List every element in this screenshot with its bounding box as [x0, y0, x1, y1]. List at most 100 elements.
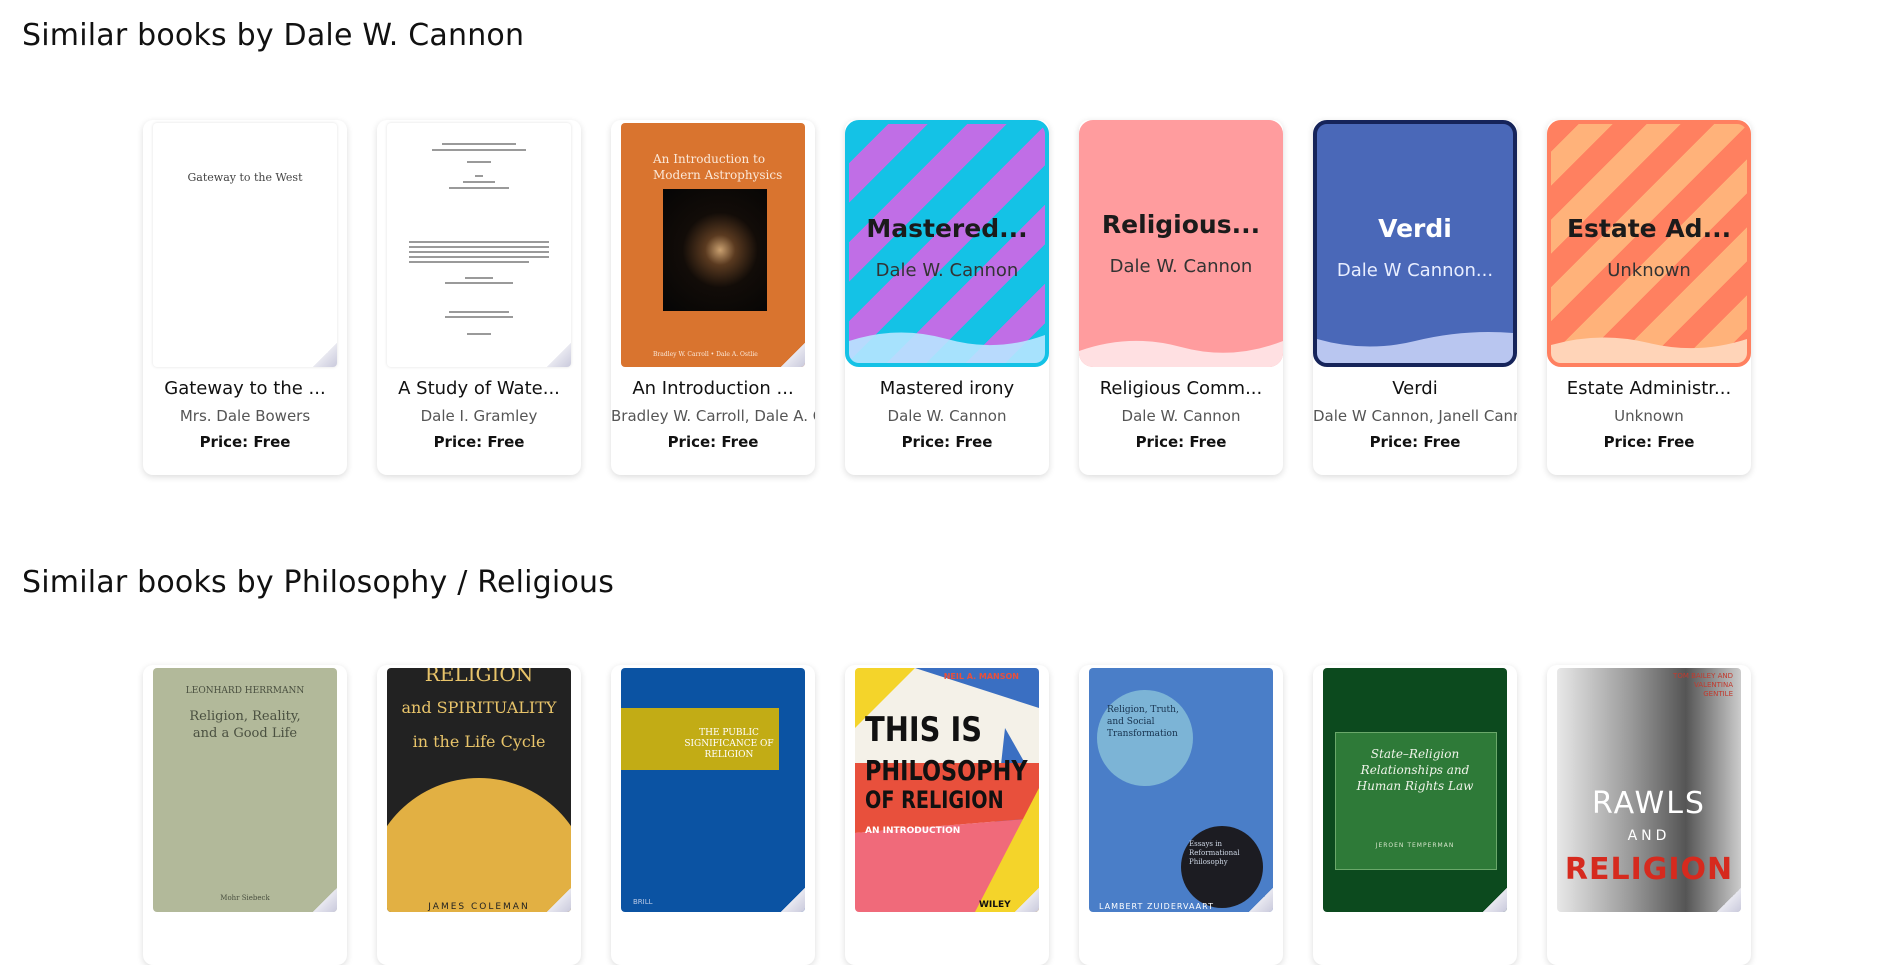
- book-card[interactable]: Mastered... Dale W. Cannon Mastered iron…: [845, 120, 1049, 475]
- book-row-author: Gateway to the West Gateway to the ... M…: [143, 120, 1751, 475]
- book-cover: Gateway to the West: [153, 123, 337, 367]
- cover-subtitle: AN INTRODUCTION: [865, 826, 961, 836]
- book-price: Price: Free: [1603, 433, 1695, 451]
- wave-decoration: [1317, 332, 1513, 363]
- book-card[interactable]: THE PUBLIC SIGNIFICANCE OF RELIGION BRIL…: [611, 665, 815, 965]
- cover-title: Gateway to the West: [187, 171, 303, 184]
- book-author: Unknown: [1614, 407, 1684, 425]
- book-title[interactable]: An Introduction ...: [611, 378, 815, 399]
- book-title[interactable]: Gateway to the ...: [143, 378, 347, 399]
- cover-title-line: AND: [1627, 828, 1671, 844]
- book-card[interactable]: Estate Ad... Unknown Estate Administr...…: [1547, 120, 1751, 475]
- book-cover: TOM BAILEY AND VALENTINA GENTILE RAWLS A…: [1557, 668, 1741, 912]
- book-cover-placeholder: Religious... Dale W. Cannon: [1079, 120, 1283, 367]
- book-author: Dale I. Gramley: [420, 407, 538, 425]
- page-curl-icon: [313, 343, 337, 367]
- cover-title: THE PUBLIC SIGNIFICANCE OF RELIGION: [684, 728, 774, 760]
- book-title[interactable]: A Study of Wate...: [377, 378, 581, 399]
- cover-subtitle: Essays in Reformational Philosophy: [1189, 840, 1240, 866]
- cover-title: Religious...: [1101, 210, 1261, 239]
- page-curl-icon: [547, 888, 571, 912]
- cover-title: Mastered...: [866, 214, 1028, 243]
- cover-publisher: BRILL: [633, 898, 653, 906]
- book-price: Price: Free: [901, 433, 993, 451]
- cover-title-line: OF RELIGION: [865, 786, 1004, 814]
- cover-author: LEONHARD HERRMANN: [185, 686, 305, 696]
- cover-title-line: in the Life Cycle: [412, 732, 546, 751]
- book-row-category: LEONHARD HERRMANN Religion, Reality, and…: [143, 665, 1751, 965]
- page-curl-icon: [313, 888, 337, 912]
- cover-publisher: WILEY: [979, 900, 1011, 910]
- cover-author: Dale W Cannon...: [1336, 260, 1494, 281]
- page-curl-icon: [781, 888, 805, 912]
- book-price: Price: Free: [667, 433, 759, 451]
- cover-author: JEROEN TEMPERMAN: [1375, 842, 1455, 849]
- cover-illustration: [387, 778, 571, 912]
- cover-title: Estate Ad...: [1566, 214, 1732, 243]
- book-cover: THE PUBLIC SIGNIFICANCE OF RELIGION BRIL…: [621, 668, 805, 912]
- book-card[interactable]: A Study of Wate... Dale I. Gramley Price…: [377, 120, 581, 475]
- cover-title: An Introduction to Modern Astrophysics: [653, 152, 783, 182]
- book-cover: RELIGION and SPIRITUALITY in the Life Cy…: [387, 668, 571, 912]
- book-author: Dale W. Cannon: [1121, 407, 1241, 425]
- cover-title: Religion, Truth, and Social Transformati…: [1107, 705, 1179, 739]
- book-card[interactable]: Verdi Dale W Cannon... Verdi Dale W Cann…: [1313, 120, 1517, 475]
- page-curl-icon: [547, 343, 571, 367]
- book-card[interactable]: An Introduction to Modern Astrophysics B…: [611, 120, 815, 475]
- book-card[interactable]: TOM BAILEY AND VALENTINA GENTILE RAWLS A…: [1547, 665, 1751, 965]
- book-price: Price: Free: [199, 433, 291, 451]
- cover-publisher: Mohr Siebeck: [220, 894, 270, 902]
- book-cover-placeholder: Estate Ad... Unknown: [1547, 120, 1751, 367]
- book-title[interactable]: Estate Administr...: [1547, 378, 1751, 399]
- book-cover: NEIL A. MANSON THIS IS PHILOSOPHY OF REL…: [855, 668, 1039, 912]
- book-cover-placeholder: Verdi Dale W Cannon...: [1313, 120, 1517, 367]
- cover-title: State–Religion Relationships and Human R…: [1356, 747, 1474, 793]
- cover-author: LAMBERT ZUIDERVAART: [1099, 902, 1214, 911]
- book-card[interactable]: LEONHARD HERRMANN Religion, Reality, and…: [143, 665, 347, 965]
- cover-author: Dale W. Cannon: [875, 260, 1019, 281]
- page-curl-icon: [1015, 888, 1039, 912]
- cover-title-line: THIS IS: [865, 710, 983, 750]
- page-curl-icon: [1483, 888, 1507, 912]
- page-curl-icon: [1717, 888, 1741, 912]
- cover-authors: Bradley W. Carroll • Dale A. Ostlie: [653, 351, 758, 358]
- book-card[interactable]: Religious... Dale W. Cannon Religious Co…: [1079, 120, 1283, 475]
- cover-title: Religion, Reality, and a Good Life: [189, 709, 301, 741]
- cover-author: TOM BAILEY AND VALENTINA GENTILE: [1673, 672, 1733, 698]
- book-cover: State–Religion Relationships and Human R…: [1323, 668, 1507, 912]
- book-title[interactable]: Mastered irony: [845, 378, 1049, 399]
- book-title[interactable]: Religious Comm...: [1079, 378, 1283, 399]
- wave-decoration: [1079, 340, 1283, 367]
- book-card[interactable]: State–Religion Relationships and Human R…: [1313, 665, 1517, 965]
- book-cover: [387, 123, 571, 367]
- cover-title-line: RAWLS: [1592, 786, 1706, 821]
- cover-title-line: RELIGION: [1564, 852, 1734, 887]
- page-curl-icon: [1249, 888, 1273, 912]
- book-author: Mrs. Dale Bowers: [179, 407, 311, 425]
- section-title-category: Similar books by Philosophy / Religious: [22, 565, 615, 600]
- book-card[interactable]: NEIL A. MANSON THIS IS PHILOSOPHY OF REL…: [845, 665, 1049, 965]
- book-cover-placeholder: Mastered... Dale W. Cannon: [845, 120, 1049, 367]
- galaxy-image: [663, 189, 767, 311]
- cover-author: JAMES COLEMAN: [428, 902, 530, 912]
- book-author: Dale W Cannon, Janell Cannon: [1313, 407, 1517, 425]
- cover-title-line: and SPIRITUALITY: [401, 698, 557, 717]
- section-title-author: Similar books by Dale W. Cannon: [22, 18, 525, 53]
- cover-author: Unknown: [1607, 260, 1691, 281]
- cover-author: NEIL A. MANSON: [943, 672, 1019, 681]
- cover-author: Dale W. Cannon: [1109, 256, 1253, 277]
- wave-decoration: [1551, 337, 1747, 363]
- wave-decoration: [849, 332, 1045, 363]
- book-price: Price: Free: [433, 433, 525, 451]
- book-cover: LEONHARD HERRMANN Religion, Reality, and…: [153, 668, 337, 912]
- document-scan-image: [409, 143, 549, 335]
- book-price: Price: Free: [1369, 433, 1461, 451]
- book-author: Bradley W. Carroll, Dale A. Ostlie: [611, 407, 815, 425]
- book-title[interactable]: Verdi: [1313, 378, 1517, 399]
- book-card[interactable]: RELIGION and SPIRITUALITY in the Life Cy…: [377, 665, 581, 965]
- book-card[interactable]: Religion, Truth, and Social Transformati…: [1079, 665, 1283, 965]
- cover-title-line: RELIGION: [424, 668, 534, 686]
- book-card[interactable]: Gateway to the West Gateway to the ... M…: [143, 120, 347, 475]
- book-price: Price: Free: [1135, 433, 1227, 451]
- cover-title: Verdi: [1378, 214, 1452, 243]
